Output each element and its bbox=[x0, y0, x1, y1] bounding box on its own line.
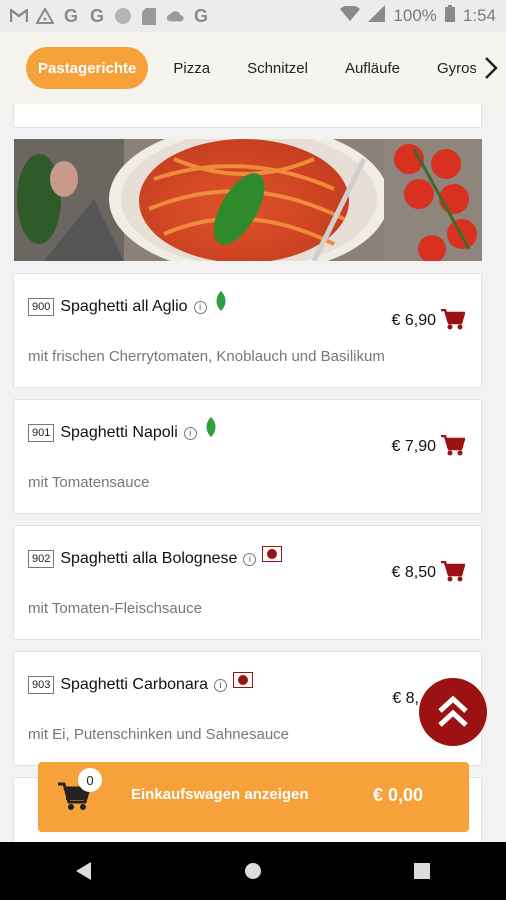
status-bar: G G G 100% 1:54 bbox=[0, 0, 506, 32]
tab-pastagerichte[interactable]: Pastagerichte bbox=[26, 47, 149, 89]
item-name: Spaghetti alla Bolognese bbox=[60, 550, 238, 567]
list-item bbox=[13, 104, 482, 128]
signal-icon bbox=[368, 5, 386, 27]
info-icon[interactable]: i bbox=[214, 678, 228, 692]
sd-card-icon bbox=[140, 7, 158, 25]
cart-total: € 0,00 bbox=[372, 785, 423, 805]
leaf-icon bbox=[216, 291, 226, 311]
gmail-icon bbox=[10, 7, 28, 25]
pasta-banner-image bbox=[14, 139, 482, 261]
item-number: 900 bbox=[28, 298, 55, 316]
item-description: mit Ei, Putenschinken und Sahnesauce bbox=[28, 726, 289, 743]
wifi-icon bbox=[340, 4, 361, 27]
clock: 1:54 bbox=[462, 6, 496, 25]
tab-pizza[interactable]: Pizza bbox=[161, 47, 222, 89]
add-to-cart-icon[interactable] bbox=[441, 561, 465, 583]
meat-icon bbox=[262, 546, 283, 562]
battery-level: 100% bbox=[393, 6, 437, 25]
category-tabs: Pastagerichte Pizza Schnitzel Aufläufe G… bbox=[0, 32, 506, 104]
list-item[interactable]: 900 Spaghetti all Aglio i € 6,90 mit fri… bbox=[13, 273, 482, 388]
info-icon[interactable]: i bbox=[243, 552, 257, 566]
cart-count-badge: 0 bbox=[78, 768, 102, 792]
tab-auflaeufe[interactable]: Aufläufe bbox=[333, 47, 412, 89]
item-name: Spaghetti Napoli bbox=[60, 424, 178, 441]
back-icon[interactable] bbox=[76, 862, 92, 880]
item-name: Spaghetti Carbonara bbox=[60, 676, 209, 693]
add-to-cart-icon[interactable] bbox=[441, 309, 465, 331]
circle-icon bbox=[114, 7, 132, 25]
chevron-right-icon bbox=[485, 57, 498, 79]
item-number: 902 bbox=[28, 550, 55, 568]
item-description: mit Tomatensauce bbox=[28, 474, 150, 491]
item-number: 901 bbox=[28, 424, 55, 442]
item-number: 903 bbox=[28, 676, 55, 694]
warning-icon bbox=[36, 7, 54, 25]
item-description: mit Tomaten-Fleischsauce bbox=[28, 600, 202, 617]
google-icon: G bbox=[193, 5, 208, 26]
item-price: € 6,90 bbox=[391, 312, 436, 329]
tab-schnitzel[interactable]: Schnitzel bbox=[235, 47, 320, 89]
double-chevron-up-icon bbox=[438, 695, 468, 727]
navigation-bar bbox=[0, 842, 506, 900]
item-price: € 7,90 bbox=[391, 438, 436, 455]
list-item[interactable]: 901 Spaghetti Napoli i € 7,90 mit Tomate… bbox=[13, 399, 482, 514]
view-cart-button[interactable]: 0 Einkaufswagen anzeigen € 0,00 bbox=[38, 762, 469, 832]
cart-label: Einkaufswagen anzeigen bbox=[131, 786, 309, 803]
list-item[interactable]: 902 Spaghetti alla Bolognese i € 8,50 mi… bbox=[13, 525, 482, 640]
leaf-icon bbox=[206, 417, 216, 437]
item-price: € 8, bbox=[392, 690, 419, 707]
list-item[interactable]: 903 Spaghetti Carbonara i € 8, mit Ei, P… bbox=[13, 651, 482, 766]
google-icon: G bbox=[89, 5, 104, 26]
info-icon[interactable]: i bbox=[193, 300, 207, 314]
battery-icon bbox=[444, 5, 455, 27]
add-to-cart-icon[interactable] bbox=[441, 435, 465, 457]
tabs-scroll-right-button[interactable] bbox=[476, 32, 506, 104]
cloud-icon bbox=[166, 7, 184, 25]
item-name: Spaghetti all Aglio bbox=[60, 298, 188, 315]
scroll-to-top-button[interactable] bbox=[419, 678, 487, 746]
item-description: mit frischen Cherrytomaten, Knoblauch un… bbox=[28, 348, 385, 365]
item-price: € 8,50 bbox=[391, 564, 436, 581]
recents-icon[interactable] bbox=[414, 863, 430, 879]
home-icon[interactable] bbox=[244, 862, 262, 880]
meat-icon bbox=[233, 672, 254, 688]
info-icon[interactable]: i bbox=[183, 426, 197, 440]
google-icon: G bbox=[63, 5, 78, 26]
